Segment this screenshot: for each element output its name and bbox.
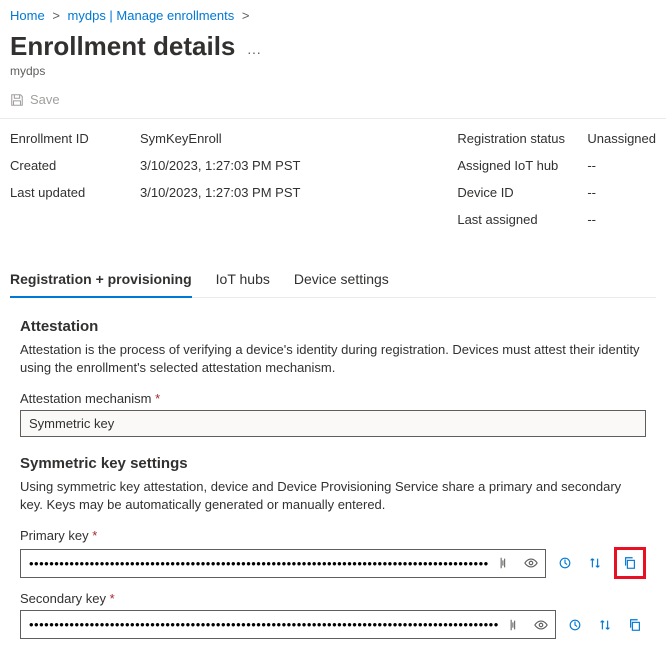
created-label: Created (10, 158, 140, 173)
save-label: Save (30, 92, 60, 107)
copy-icon[interactable] (619, 552, 641, 574)
tab-device-settings[interactable]: Device settings (294, 263, 389, 297)
secondary-key-row (20, 610, 646, 639)
assigned-hub-label: Assigned IoT hub (457, 158, 587, 173)
enrollment-id-value: SymKeyEnroll (140, 131, 222, 146)
page-header: Enrollment details ··· mydps (0, 27, 666, 86)
swap-keys-icon[interactable] (584, 552, 606, 574)
reg-status-value: Unassigned (587, 131, 656, 146)
reg-status-label: Registration status (457, 131, 587, 146)
regenerate-icon[interactable] (554, 552, 576, 574)
attestation-mechanism-label: Attestation mechanism * (20, 391, 646, 406)
toolbar: Save (0, 86, 666, 119)
device-id-label: Device ID (457, 185, 587, 200)
breadcrumb-dps[interactable]: mydps | Manage enrollments (68, 8, 235, 23)
details-grid: Enrollment ID SymKeyEnroll Created 3/10/… (0, 119, 666, 243)
required-indicator: * (92, 528, 97, 543)
tab-registration-provisioning[interactable]: Registration + provisioning (10, 263, 192, 297)
regenerate-icon[interactable] (564, 614, 586, 636)
show-hide-icon[interactable] (520, 552, 542, 574)
attestation-mechanism-field[interactable] (20, 410, 646, 437)
save-button[interactable]: Save (10, 92, 60, 107)
page-subtitle: mydps (10, 64, 656, 78)
show-hide-icon[interactable] (530, 614, 552, 636)
copy-icon[interactable] (624, 614, 646, 636)
primary-key-field[interactable] (20, 549, 546, 578)
swap-keys-icon[interactable] (594, 614, 616, 636)
secondary-key-field[interactable] (20, 610, 556, 639)
secondary-key-label: Secondary key * (20, 591, 646, 606)
attestation-title: Attestation (20, 318, 646, 335)
enrollment-id-label: Enrollment ID (10, 131, 140, 146)
last-assigned-label: Last assigned (457, 212, 587, 227)
primary-key-label: Primary key * (20, 528, 646, 543)
last-updated-label: Last updated (10, 185, 140, 200)
symmetric-key-desc: Using symmetric key attestation, device … (20, 478, 646, 514)
required-indicator: * (110, 591, 115, 606)
breadcrumb: Home > mydps | Manage enrollments > (0, 0, 666, 27)
last-updated-value: 3/10/2023, 1:27:03 PM PST (140, 185, 300, 200)
cursor-icon[interactable] (494, 552, 516, 574)
highlighted-copy (614, 547, 646, 579)
created-value: 3/10/2023, 1:27:03 PM PST (140, 158, 300, 173)
primary-key-row (20, 547, 646, 579)
save-icon (10, 93, 24, 107)
required-indicator: * (155, 391, 160, 406)
last-assigned-value: -- (587, 212, 596, 227)
cursor-icon[interactable] (504, 614, 526, 636)
symmetric-key-title: Symmetric key settings (20, 455, 646, 472)
tab-content: Attestation Attestation is the process o… (0, 298, 666, 661)
chevron-right-icon: > (52, 8, 60, 23)
assigned-hub-value: -- (587, 158, 596, 173)
device-id-value: -- (587, 185, 596, 200)
more-icon[interactable]: ··· (247, 44, 261, 60)
attestation-desc: Attestation is the process of verifying … (20, 341, 646, 377)
breadcrumb-home[interactable]: Home (10, 8, 45, 23)
chevron-right-icon: > (242, 8, 250, 23)
page-title: Enrollment details (10, 31, 235, 62)
tab-iot-hubs[interactable]: IoT hubs (216, 263, 270, 297)
tabs: Registration + provisioning IoT hubs Dev… (10, 263, 656, 298)
